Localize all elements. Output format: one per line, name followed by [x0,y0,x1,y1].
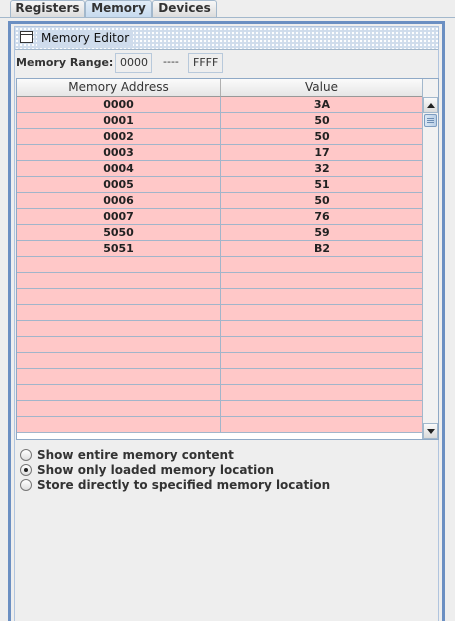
address-cell[interactable] [17,369,221,384]
address-cell[interactable] [17,257,221,272]
value-cell[interactable] [221,321,423,336]
range-separator: ---- [163,55,179,68]
scroll-thumb[interactable] [424,114,437,127]
range-start-field[interactable]: 0000 [115,53,152,73]
scroll-down-button[interactable] [423,423,438,439]
table-row[interactable] [17,337,423,353]
table-row[interactable]: 0000 3A [17,97,423,113]
tab-divider [0,17,455,18]
memory-editor-frame: Memory Editor Memory Range: 0000 ---- FF… [14,26,439,621]
table-body: 0000 3A 0001 50 0002 50 0003 17 0004 32 0005 51 0006… [17,97,423,433]
table-row[interactable]: 5050 59 [17,225,423,241]
memory-panel: Memory Editor Memory Range: 0000 ---- FF… [8,21,445,621]
option-label: Show only loaded memory location [37,463,275,477]
value-cell[interactable] [221,385,423,400]
address-cell[interactable]: 0001 [17,113,221,128]
table-row[interactable] [17,257,423,273]
value-cell[interactable] [221,273,423,288]
address-cell[interactable] [17,417,221,432]
table-row[interactable] [17,289,423,305]
table-row[interactable] [17,401,423,417]
address-cell[interactable]: 5051 [17,241,221,256]
value-cell[interactable] [221,401,423,416]
memory-range-label: Memory Range: [16,56,114,69]
memory-table: Memory Address Value 0000 3A 0001 50 0002 50 0… [16,78,439,440]
address-cell[interactable] [17,305,221,320]
address-cell[interactable]: 0006 [17,193,221,208]
address-cell[interactable]: 0007 [17,209,221,224]
address-cell[interactable] [17,289,221,304]
value-cell[interactable] [221,305,423,320]
address-cell[interactable]: 0005 [17,177,221,192]
value-cell[interactable]: 3A [221,97,423,112]
arrow-down-icon [427,429,435,434]
option-label: Show entire memory content [37,448,234,462]
column-header-value[interactable]: Value [221,79,423,97]
address-cell[interactable]: 0002 [17,129,221,144]
value-cell[interactable]: 50 [221,193,423,208]
table-row[interactable] [17,385,423,401]
radio-store-directly[interactable] [20,479,32,491]
tab-memory[interactable]: Memory [85,0,152,18]
value-cell[interactable]: 76 [221,209,423,224]
address-cell[interactable] [17,321,221,336]
value-cell[interactable] [221,353,423,368]
table-row[interactable]: 0001 50 [17,113,423,129]
value-cell[interactable]: 50 [221,129,423,144]
value-cell[interactable]: 32 [221,161,423,176]
value-cell[interactable] [221,289,423,304]
table-row[interactable] [17,417,423,433]
memory-editor-title: Memory Editor [37,30,134,46]
value-cell[interactable] [221,337,423,352]
value-cell[interactable]: 51 [221,177,423,192]
table-row[interactable]: 5051 B2 [17,241,423,257]
table-row[interactable]: 0005 51 [17,177,423,193]
value-cell[interactable]: B2 [221,241,423,256]
tab-registers[interactable]: Registers [10,0,85,17]
radio-show-entire-memory[interactable] [20,449,32,461]
value-cell[interactable]: 50 [221,113,423,128]
value-cell[interactable]: 59 [221,225,423,240]
address-cell[interactable]: 0000 [17,97,221,112]
table-row[interactable]: 0004 32 [17,161,423,177]
range-end-field[interactable]: FFFF [188,53,223,73]
table-row[interactable] [17,273,423,289]
table-row[interactable] [17,305,423,321]
value-cell[interactable] [221,417,423,432]
value-cell[interactable] [221,257,423,272]
tab-bar: Registers Memory Devices [0,0,455,18]
table-row[interactable]: 0006 50 [17,193,423,209]
option-label: Store directly to specified memory locat… [37,478,331,492]
value-cell[interactable] [221,369,423,384]
radio-show-loaded-locations[interactable] [20,464,32,476]
vertical-scrollbar[interactable] [422,79,438,439]
column-header-address[interactable]: Memory Address [17,79,221,97]
table-row[interactable] [17,321,423,337]
address-cell[interactable] [17,353,221,368]
table-row[interactable] [17,369,423,385]
table-header: Memory Address Value [17,79,423,97]
memory-editor-titlebar[interactable]: Memory Editor [15,27,438,50]
value-cell[interactable]: 17 [221,145,423,160]
address-cell[interactable] [17,385,221,400]
table-row[interactable] [17,353,423,369]
arrow-up-icon [427,103,435,108]
tab-devices[interactable]: Devices [152,0,217,17]
address-cell[interactable]: 0003 [17,145,221,160]
table-row[interactable]: 0007 76 [17,209,423,225]
scroll-up-button[interactable] [423,97,438,113]
table-row[interactable]: 0002 50 [17,129,423,145]
address-cell[interactable] [17,337,221,352]
table-row[interactable]: 0003 17 [17,145,423,161]
address-cell[interactable] [17,401,221,416]
window-icon [20,31,33,43]
address-cell[interactable]: 5050 [17,225,221,240]
address-cell[interactable]: 0004 [17,161,221,176]
address-cell[interactable] [17,273,221,288]
